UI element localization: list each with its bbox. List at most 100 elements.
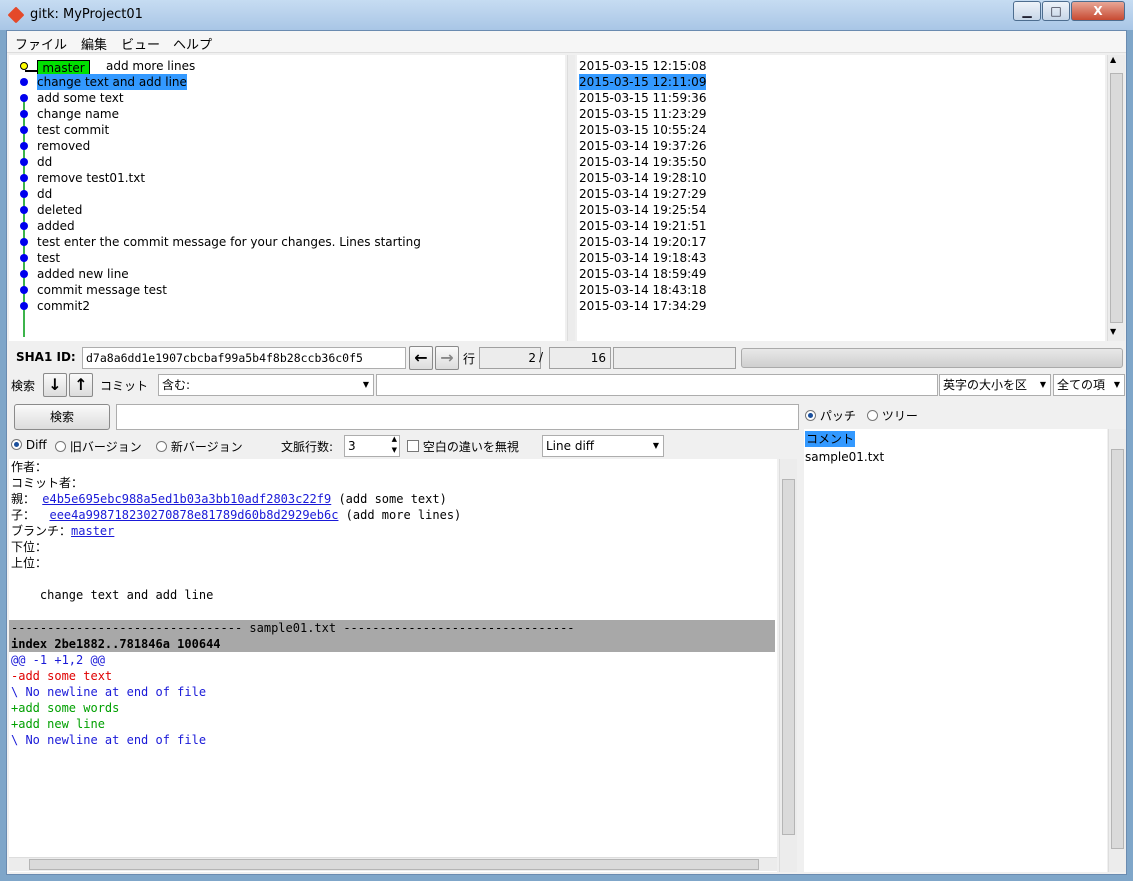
commit-node[interactable]	[20, 254, 28, 262]
commit-row[interactable]: add some text	[37, 90, 124, 106]
commit-row[interactable]: added new line	[37, 266, 129, 282]
commit-node[interactable]	[20, 222, 28, 230]
branch-line: ブランチ：master	[11, 523, 114, 539]
hscroll-thumb[interactable]	[29, 859, 759, 870]
commit-date[interactable]: 2015-03-15 10:55:24	[579, 122, 706, 138]
search-button[interactable]: 検索	[14, 404, 110, 430]
commit-node[interactable]	[20, 174, 28, 182]
diff-scrollbar[interactable]	[779, 459, 797, 872]
commit-row[interactable]: test enter the commit message for your c…	[37, 234, 421, 250]
date-pane[interactable]: 2015-03-15 12:15:08 2015-03-15 12:11:09 20…	[577, 55, 1105, 341]
child-hash-link[interactable]: eee4a998718230270878e81789d60b8d2929eb6c	[49, 508, 338, 522]
menu-help[interactable]: ヘルプ	[173, 34, 212, 53]
commit-date[interactable]: 2015-03-14 19:28:10	[579, 170, 706, 186]
radio-tree[interactable]: ツリー	[867, 407, 918, 424]
commit-row[interactable]: remove test01.txt	[37, 170, 145, 186]
sha-input[interactable]: d7a8a6dd1e1907cbcbaf99a5b4f8b28ccb36c0f5	[82, 347, 406, 369]
search-input[interactable]	[376, 374, 938, 396]
minimize-button[interactable]: ▁	[1013, 1, 1041, 21]
commit-node[interactable]	[20, 190, 28, 198]
commit-row[interactable]: added	[37, 218, 75, 234]
scroll-up-icon[interactable]: ▲	[1110, 55, 1116, 64]
commit-node[interactable]	[20, 238, 28, 246]
commit-graph-pane[interactable]: master add more lines change text and add…	[9, 55, 565, 341]
search-down-button[interactable]: ↓	[43, 373, 67, 397]
commit-row[interactable]: test commit	[37, 122, 109, 138]
commit-row[interactable]: deleted	[37, 202, 82, 218]
parent-hash-link[interactable]: e4b5e695ebc988a5ed1b03a3bb10adf2803c22f9	[42, 492, 331, 506]
commit-node[interactable]	[20, 78, 28, 86]
context-spinbox[interactable]: 3 ▲ ▼	[344, 435, 400, 457]
commit-row[interactable]: commit message test	[37, 282, 167, 298]
diff-search-input[interactable]	[116, 404, 799, 430]
scroll-thumb[interactable]	[1111, 449, 1124, 849]
commit-date[interactable]: 2015-03-14 19:20:17	[579, 234, 706, 250]
ignore-whitespace-checkbox[interactable]: 空白の違いを無視	[407, 438, 519, 455]
commit-date[interactable]: 2015-03-14 17:34:29	[579, 298, 706, 314]
commit-node[interactable]	[20, 302, 28, 310]
commit-node[interactable]	[20, 62, 28, 70]
menu-edit[interactable]: 編集	[81, 34, 107, 53]
commit-node[interactable]	[20, 126, 28, 134]
commit-node[interactable]	[20, 158, 28, 166]
commit-node[interactable]	[20, 270, 28, 278]
commit-row[interactable]: dd	[37, 186, 52, 202]
commit-date[interactable]: 2015-03-14 19:25:54	[579, 202, 706, 218]
radio-old-version[interactable]: 旧バージョン	[55, 438, 142, 455]
radio-new-version[interactable]: 新バージョン	[156, 438, 243, 455]
commit-node[interactable]	[20, 110, 28, 118]
commit-node[interactable]	[20, 286, 28, 294]
scroll-down-icon[interactable]: ▼	[1110, 327, 1116, 336]
commit-date[interactable]: 2015-03-15 11:23:29	[579, 106, 706, 122]
commit-date[interactable]: 2015-03-14 19:18:43	[579, 250, 706, 266]
scroll-thumb[interactable]	[1110, 73, 1123, 323]
graph-pane-divider[interactable]	[567, 55, 575, 341]
close-button[interactable]: X	[1071, 1, 1125, 21]
radio-diff[interactable]: Diff	[11, 438, 47, 452]
commit-row[interactable]: change name	[37, 106, 119, 122]
radio-patch-label: パッチ	[819, 409, 856, 423]
commit-date[interactable]: 2015-03-14 19:21:51	[579, 218, 706, 234]
branch-link[interactable]: master	[71, 524, 114, 538]
search-mode-select[interactable]: 含む: ▼	[158, 374, 374, 396]
menu-view[interactable]: ビュー	[121, 34, 160, 53]
commit-date[interactable]: 2015-03-14 18:59:49	[579, 266, 706, 282]
history-scrollbar[interactable]: ▲ ▼	[1107, 55, 1125, 341]
commit-date[interactable]: 2015-03-14 18:43:18	[579, 282, 706, 298]
commit-row[interactable]: commit2	[37, 298, 90, 314]
commit-node[interactable]	[20, 142, 28, 150]
follows-label: 上位：	[11, 556, 48, 570]
file-list-item[interactable]: sample01.txt	[805, 449, 884, 465]
fields-select[interactable]: 全ての項 ▼	[1053, 374, 1125, 396]
commit-row[interactable]: dd	[37, 154, 52, 170]
commit-date[interactable]: 2015-03-14 19:35:50	[579, 154, 706, 170]
commit-row[interactable]: change text and add line	[37, 74, 187, 90]
commit-row[interactable]: test	[37, 250, 60, 266]
file-list[interactable]: コメント sample01.txt	[804, 429, 1107, 872]
commit-date[interactable]: 2015-03-14 19:27:29	[579, 186, 706, 202]
commit-date[interactable]: 2015-03-15 11:59:36	[579, 90, 706, 106]
diff-hscrollbar[interactable]	[9, 857, 777, 871]
commit-node[interactable]	[20, 94, 28, 102]
menu-file[interactable]: ファイル	[15, 34, 67, 53]
commit-node[interactable]	[20, 206, 28, 214]
maximize-button[interactable]: □	[1042, 1, 1070, 21]
commit-date[interactable]: 2015-03-15 12:15:08	[579, 58, 706, 74]
diff-options: Diff 旧バージョン 新バージョン 文脈行数: 3 ▲ ▼ 空白の違いを無視 Li…	[7, 434, 797, 458]
search-up-button[interactable]: ↑	[69, 373, 93, 397]
commit-date[interactable]: 2015-03-14 19:37:26	[579, 138, 706, 154]
file-list-scrollbar[interactable]	[1108, 429, 1126, 872]
case-select[interactable]: 英字の大小を区 ▼	[939, 374, 1051, 396]
commit-row[interactable]: add more lines	[106, 58, 195, 74]
commit-date[interactable]: 2015-03-15 12:11:09	[579, 74, 707, 90]
forward-button[interactable]: →	[435, 346, 459, 370]
scroll-thumb[interactable]	[782, 479, 795, 835]
commit-row[interactable]: removed	[37, 138, 90, 154]
spinner-arrows-icon[interactable]: ▲ ▼	[392, 434, 397, 456]
diff-mode-select[interactable]: Line diff ▼	[542, 435, 664, 457]
radio-selected-icon	[11, 439, 22, 450]
diff-view[interactable]: 作者： コミット者： 親： e4b5e695ebc988a5ed1b03a3bb…	[9, 459, 777, 872]
radio-patch[interactable]: パッチ	[805, 407, 856, 424]
file-list-item[interactable]: コメント	[805, 431, 856, 447]
back-button[interactable]: ←	[409, 346, 433, 370]
